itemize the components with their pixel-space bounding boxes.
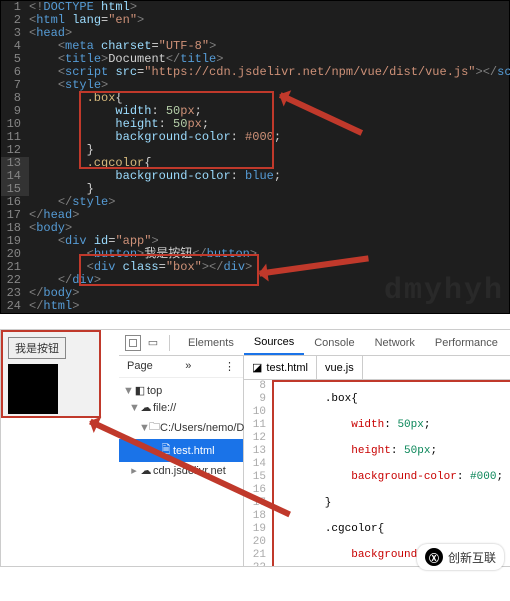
device-icon[interactable]: ▭ [145,335,161,351]
source-code[interactable]: 89101112131415161718192021222324 .box{ w… [244,380,510,566]
devtools-toolbar: ▭ Elements Sources Console Network Perfo… [119,330,510,356]
more-icon[interactable]: ⋮ [224,360,235,373]
rendered-box [8,364,58,414]
tree-file[interactable]: ▼☁file:// [119,399,243,416]
devtools-panel: ▭ Elements Sources Console Network Perfo… [119,330,510,566]
file-icon: ◪ [252,361,262,374]
line-number: 24 [1,300,29,313]
chevron-icon[interactable]: » [185,360,191,373]
title-text: Document [108,52,166,66]
watermark-ghost: dmyhyh [384,274,504,308]
tree-top[interactable]: ▼◧top [119,382,243,399]
script-src: "https://cdn.jsdelivr.net/npm/vue/dist/v… [144,65,475,79]
button-text: 我是按钮 [144,247,192,261]
file-tab-vue[interactable]: vue.js [317,356,363,379]
file-tabs: ◪test.html vue.js [244,356,510,380]
tab-performance[interactable]: Performance [425,332,508,354]
source-gutter: 89101112131415161718192021222324 [244,380,272,566]
page-label[interactable]: Page [127,360,153,373]
watermark-logo-icon: Ⓧ [425,548,443,566]
tab-network[interactable]: Network [365,332,425,354]
browser-preview: 我是按钮 [1,330,101,418]
code-editor[interactable]: 1<!DOCTYPE html> 2<html lang="en"> 3<hea… [0,0,510,314]
inspect-icon[interactable] [125,335,141,351]
lower-panel: 我是按钮 ▭ Elements Sources Console Network … [0,329,510,567]
tab-sources[interactable]: Sources [244,331,304,355]
watermark-text: 创新互联 [448,549,496,566]
rendered-button[interactable]: 我是按钮 [8,337,66,359]
selector: .box [87,91,116,105]
tab-console[interactable]: Console [304,332,364,354]
sources-main: ◪test.html vue.js 8910111213141516171819… [244,356,510,566]
watermark-badge: Ⓧ 创新互联 [417,544,504,570]
tab-elements[interactable]: Elements [178,332,244,354]
file-tab-test[interactable]: ◪test.html [244,356,317,379]
tree-folder[interactable]: ▼🗀C:/Users/nemo/D [119,416,243,439]
